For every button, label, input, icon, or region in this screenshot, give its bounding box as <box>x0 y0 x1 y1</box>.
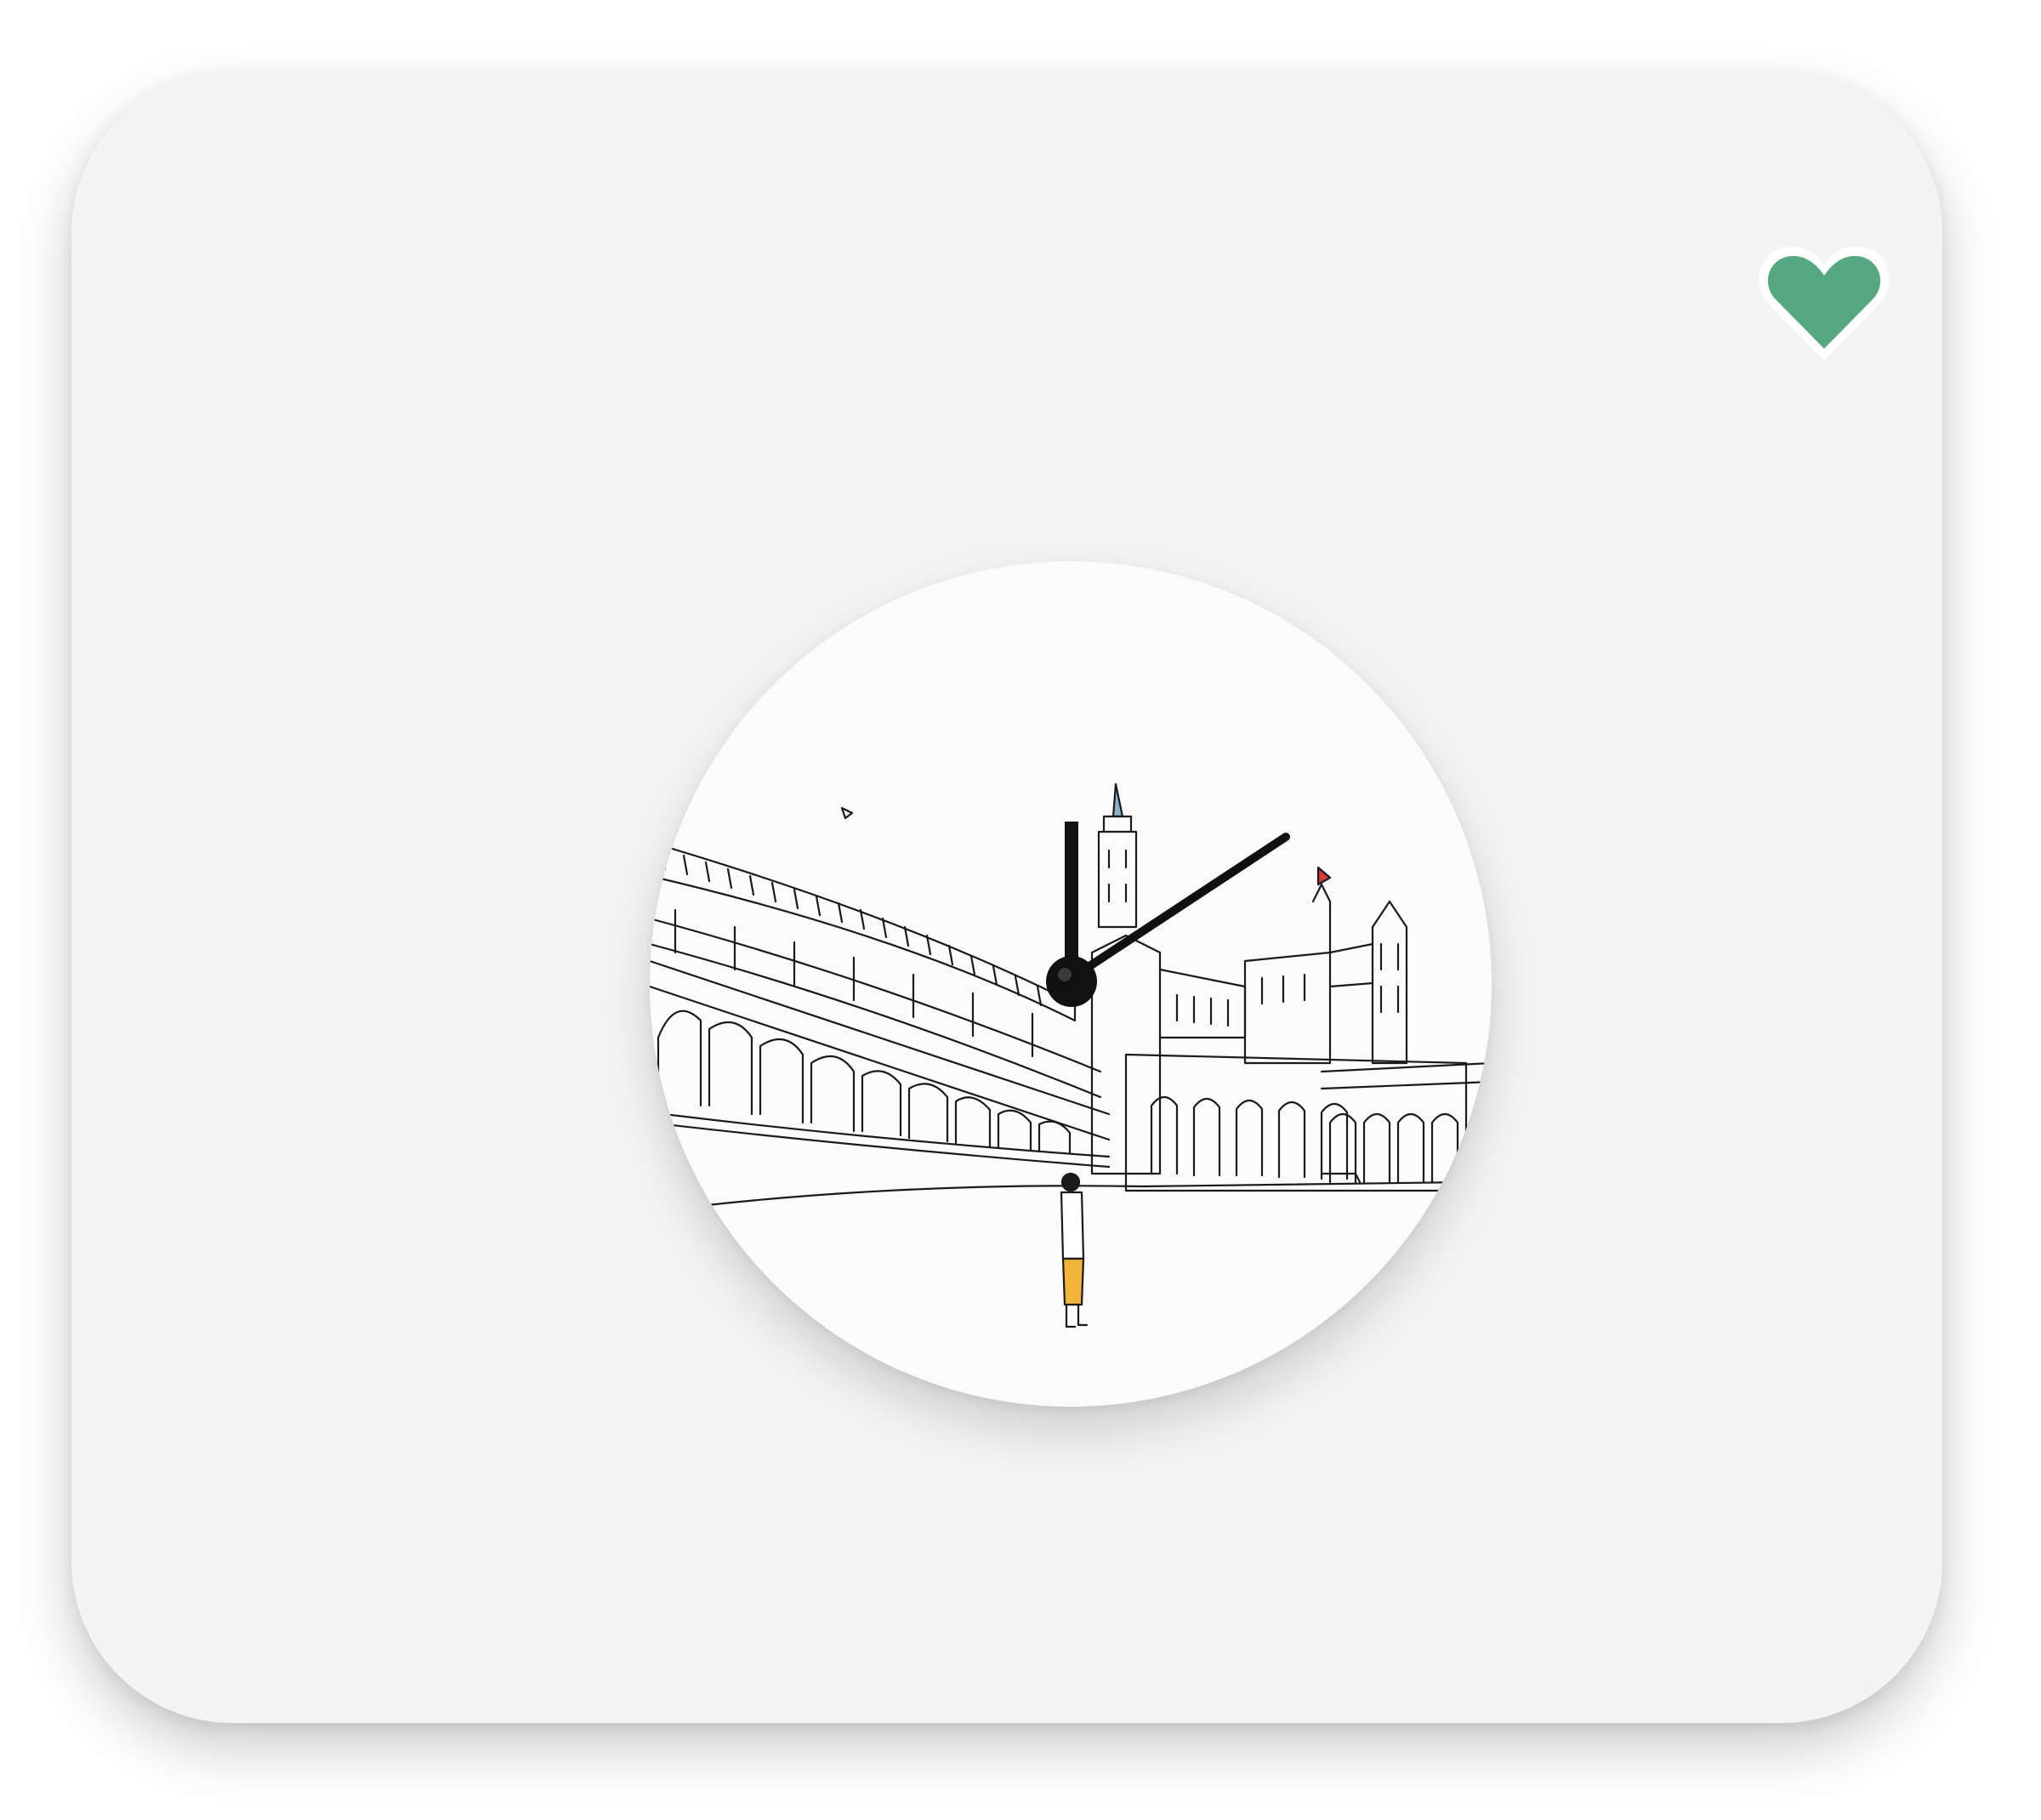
wall-clock-image[interactable] <box>650 561 1492 1407</box>
clock-hands <box>1046 822 1290 1007</box>
heart-icon <box>1759 247 1890 361</box>
favorite-button[interactable] <box>1756 242 1892 369</box>
clock-illustration <box>650 782 1492 1328</box>
product-card[interactable] <box>71 71 1942 1723</box>
